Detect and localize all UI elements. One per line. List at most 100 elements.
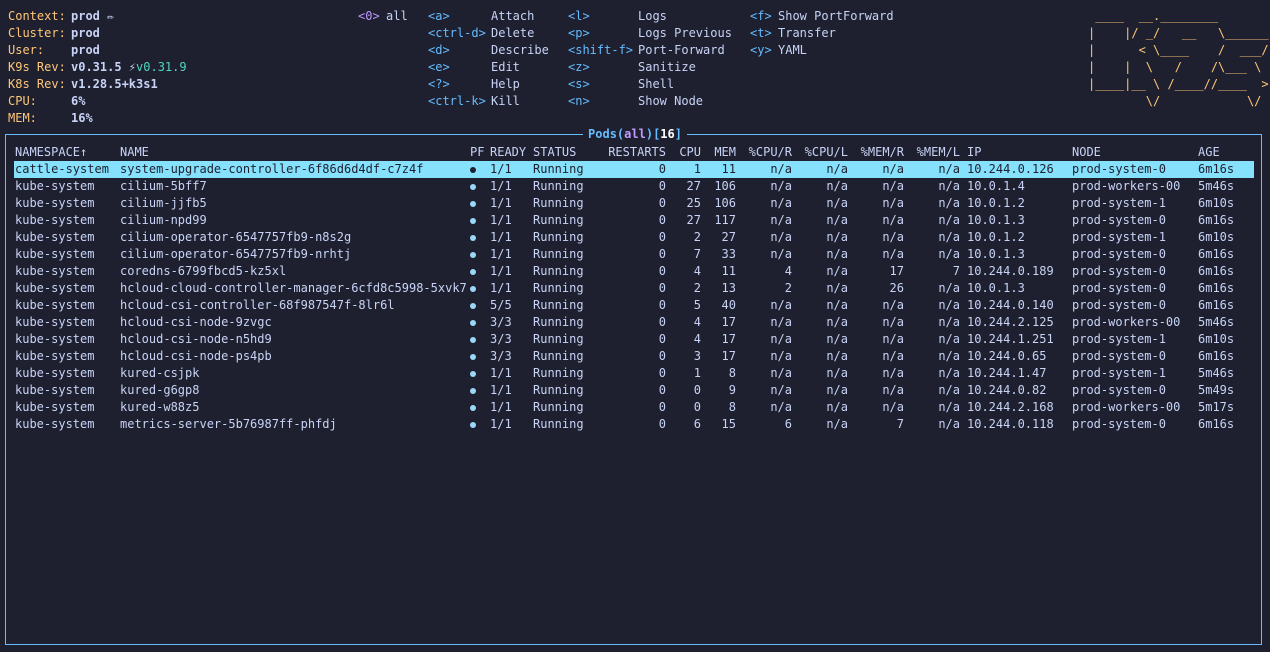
table-row[interactable]: kube-system kured-csjpk 1/1 Running 0 1 8 n/a n/… xyxy=(14,365,1254,382)
table-cell: Running xyxy=(533,332,584,346)
namespace-key[interactable]: <0> xyxy=(358,8,380,25)
table-row[interactable]: kube-system hcloud-cloud-controller-manag… xyxy=(14,280,1254,297)
shortcut-key[interactable]: <d> xyxy=(428,42,450,59)
table-cell: prod-system-1 xyxy=(1072,230,1166,244)
shortcut-label[interactable]: Kill xyxy=(491,93,520,110)
shortcut-key[interactable]: <l> xyxy=(568,8,590,25)
column-header[interactable]: NAME xyxy=(120,144,149,161)
shortcut-key[interactable]: <ctrl-k> xyxy=(428,93,486,110)
column-header[interactable]: NAMESPACE↑ xyxy=(15,144,87,161)
shortcut-label[interactable]: Show PortForward xyxy=(778,8,894,25)
table-cell: cilium-jjfb5 xyxy=(120,196,207,210)
table-cell: n/a xyxy=(938,417,960,431)
table-cell: 106 xyxy=(714,196,736,210)
shortcut-label[interactable]: Logs Previous xyxy=(638,25,732,42)
table-row[interactable]: kube-system cilium-operator-6547757fb9-nr… xyxy=(14,246,1254,263)
table-cell: 1/1 xyxy=(490,281,512,295)
column-header[interactable]: NODE xyxy=(1072,144,1101,161)
shortcut-label[interactable]: Transfer xyxy=(778,25,836,42)
table-row[interactable]: kube-system cilium-npd99 1/1 Running 0 27 117 n… xyxy=(14,212,1254,229)
namespace-label[interactable]: all xyxy=(386,8,408,25)
shortcut-label[interactable]: Delete xyxy=(491,25,534,42)
column-header[interactable]: AGE xyxy=(1198,144,1220,161)
table-cell: 10.244.0.82 xyxy=(967,383,1047,397)
shortcut-key[interactable]: <p> xyxy=(568,25,590,42)
table-cell: kured-w88z5 xyxy=(120,400,200,414)
shortcut-key[interactable]: <?> xyxy=(428,76,450,93)
table-cell: 2 xyxy=(784,281,792,295)
column-header[interactable]: %MEM/L xyxy=(917,144,960,161)
table-cell: n/a xyxy=(938,298,960,312)
pf-indicator-icon xyxy=(470,314,476,331)
shortcut-label[interactable]: Show Node xyxy=(638,93,703,110)
table-cell: 6m16s xyxy=(1198,349,1235,363)
table-row[interactable]: kube-system kured-g6gp8 1/1 Running 0 0 9 n/a n/… xyxy=(14,382,1254,399)
shortcut-label[interactable]: YAML xyxy=(778,42,807,59)
status-dot-icon xyxy=(470,336,476,343)
shortcut-label[interactable]: Shell xyxy=(638,76,674,93)
shortcut-label[interactable]: Describe xyxy=(491,42,549,59)
column-header[interactable]: %MEM/R xyxy=(861,144,904,161)
table-row[interactable]: kube-system cilium-jjfb5 1/1 Running 0 25 106 n… xyxy=(14,195,1254,212)
table-cell: prod-system-0 xyxy=(1072,281,1166,295)
shortcut-key[interactable]: <e> xyxy=(428,59,450,76)
table-cell: 3 xyxy=(693,349,701,363)
pf-indicator-icon xyxy=(470,212,476,229)
table-cell: n/a xyxy=(882,315,904,329)
info-value: prod xyxy=(71,43,100,57)
table-cell: 10.0.1.3 xyxy=(967,213,1025,227)
table-row[interactable]: kube-system coredns-6799fbcd5-kz5xl 1/1 Run… xyxy=(14,263,1254,280)
table-cell: 1/1 xyxy=(490,162,512,176)
table-row[interactable]: cattle-system system-upgrade-controller-6… xyxy=(14,161,1254,178)
shortcut-key[interactable]: <f> xyxy=(750,8,772,25)
shortcut-label[interactable]: Attach xyxy=(491,8,534,25)
column-header[interactable]: CPU xyxy=(679,144,701,161)
table-row[interactable]: kube-system hcloud-csi-controller-68f9875… xyxy=(14,297,1254,314)
column-header[interactable]: MEM xyxy=(714,144,736,161)
shortcut-key[interactable]: <a> xyxy=(428,8,450,25)
table-row[interactable]: kube-system cilium-5bff7 1/1 Running 0 27 106 n… xyxy=(14,178,1254,195)
table-cell: 6m16s xyxy=(1198,281,1235,295)
column-header[interactable]: RESTARTS xyxy=(608,144,666,161)
shortcut-label[interactable]: Sanitize xyxy=(638,59,696,76)
shortcut-label[interactable]: Edit xyxy=(491,59,520,76)
shortcut-label[interactable]: Logs xyxy=(638,8,667,25)
shortcut-key[interactable]: <n> xyxy=(568,93,590,110)
shortcut-key[interactable]: <z> xyxy=(568,59,590,76)
status-dot-icon xyxy=(470,319,476,326)
pf-indicator-icon xyxy=(470,348,476,365)
column-header[interactable]: PF xyxy=(470,144,484,161)
shortcut-label[interactable]: Port-Forward xyxy=(638,42,725,59)
column-header[interactable]: READY xyxy=(490,144,526,161)
table-cell: prod-system-1 xyxy=(1072,196,1166,210)
table-cell: 1/1 xyxy=(490,247,512,261)
column-header[interactable]: %CPU/L xyxy=(805,144,848,161)
table-row[interactable]: kube-system hcloud-csi-node-9zvgc 3/3 Runni… xyxy=(14,314,1254,331)
column-header[interactable]: STATUS xyxy=(533,144,576,161)
shortcut-key[interactable]: <t> xyxy=(750,25,772,42)
shortcut-key[interactable]: <y> xyxy=(750,42,772,59)
table-row[interactable]: kube-system metrics-server-5b76987ff-phfd… xyxy=(14,416,1254,433)
table-row[interactable]: kube-system hcloud-csi-node-ps4pb 3/3 Runni… xyxy=(14,348,1254,365)
shortcut-key[interactable]: <s> xyxy=(568,76,590,93)
table-cell: 9 xyxy=(728,383,736,397)
shortcut-key[interactable]: <ctrl-d> xyxy=(428,25,486,42)
status-dot-icon xyxy=(470,353,476,360)
column-header[interactable]: %CPU/R xyxy=(749,144,792,161)
table-cell: cilium-operator-6547757fb9-n8s2g xyxy=(120,230,352,244)
status-dot-icon xyxy=(470,200,476,207)
table-cell: n/a xyxy=(882,400,904,414)
shortcut-label[interactable]: Help xyxy=(491,76,520,93)
shortcut-key[interactable]: <shift-f> xyxy=(568,42,633,59)
table-cell: prod-system-0 xyxy=(1072,162,1166,176)
table-cell: 5m46s xyxy=(1198,179,1235,193)
k9s-logo: ____ __.________ | |/ _/ __ \______ | < … xyxy=(1088,9,1269,108)
table-row[interactable]: kube-system kured-w88z5 1/1 Running 0 0 8 n/a n/… xyxy=(14,399,1254,416)
table-cell: prod-workers-00 xyxy=(1072,315,1181,329)
table-cell: kube-system xyxy=(15,247,95,261)
table-cell: 1/1 xyxy=(490,213,512,227)
table-row[interactable]: kube-system cilium-operator-6547757fb9-n8… xyxy=(14,229,1254,246)
table-row[interactable]: kube-system hcloud-csi-node-n5hd9 3/3 Runni… xyxy=(14,331,1254,348)
column-header[interactable]: IP xyxy=(967,144,981,161)
table-cell: 5m49s xyxy=(1198,383,1235,397)
